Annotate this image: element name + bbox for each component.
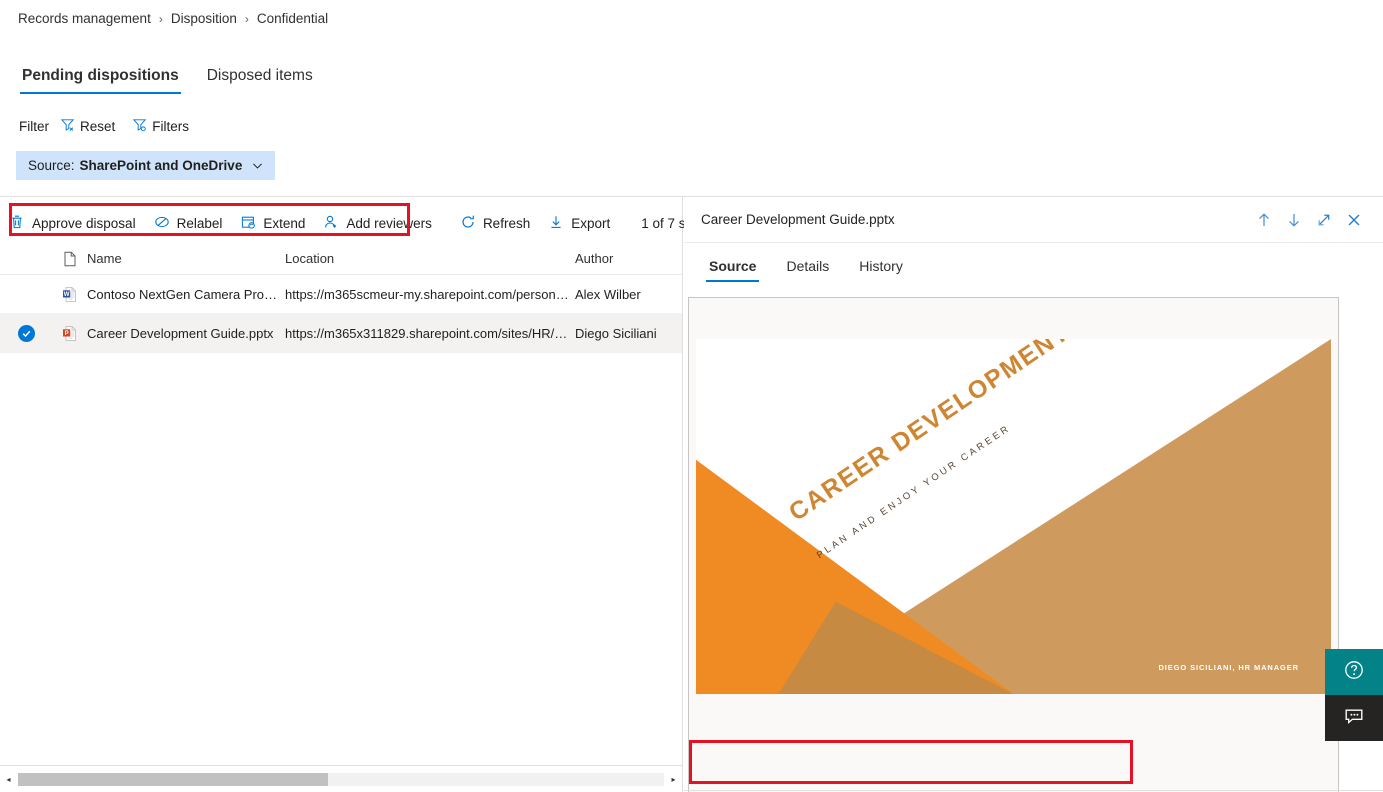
trash-icon: [9, 214, 32, 233]
chat-icon: [1343, 705, 1365, 732]
relabel-command[interactable]: Relabel: [145, 206, 232, 240]
dispositions-table: Name Location Author W Contoso NextGen C…: [0, 243, 682, 353]
breadcrumb-item-confidential[interactable]: Confidential: [257, 11, 328, 26]
file-icon: [53, 251, 87, 267]
source-filter-pill[interactable]: Source: SharePoint and OneDrive: [16, 151, 276, 180]
scroll-right-arrow-icon[interactable]: ▸: [665, 771, 682, 788]
pending-dispositions-list-pane: Approve disposal Relabel Extend Add revi…: [0, 197, 729, 792]
filters-button[interactable]: Filters: [132, 117, 189, 135]
row-author: Alex Wilber: [575, 286, 641, 302]
pivot-tabs: Pending dispositions Disposed items: [20, 60, 339, 94]
help-button[interactable]: [1325, 649, 1383, 695]
disposition-review-page: Records management › Disposition › Confi…: [0, 0, 1383, 792]
refresh-command[interactable]: Refresh: [451, 206, 539, 240]
detail-pane-actions: [1249, 205, 1383, 235]
svg-text:W: W: [63, 292, 69, 298]
approve-disposal-command[interactable]: Approve disposal: [0, 206, 145, 240]
row-location: https://m365scmeur-my.sharepoint.com/per…: [285, 286, 575, 302]
add-reviewers-command[interactable]: Add reviewers: [314, 206, 441, 240]
relabel-label: Relabel: [176, 215, 223, 231]
refresh-icon: [460, 214, 483, 233]
filter-bar: Filter Reset Filters: [19, 117, 206, 135]
breadcrumb-item-records-management[interactable]: Records management: [18, 11, 151, 26]
row-name: Career Development Guide.pptx: [87, 325, 274, 341]
word-file-icon: W: [53, 286, 87, 303]
file-detail-pane: Career Development Guide.pptx Source Det…: [684, 197, 1383, 792]
scrollbar-thumb[interactable]: [18, 772, 329, 786]
approve-disposal-label: Approve disposal: [32, 215, 136, 231]
next-item-icon[interactable]: [1279, 205, 1309, 235]
svg-text:P: P: [64, 331, 68, 337]
calendar-refresh-icon: [240, 214, 263, 233]
detail-pane-tabs: Source Details History: [684, 244, 1383, 282]
row-name: Contoso NextGen Camera Product Pla…: [87, 286, 285, 302]
table-row[interactable]: W Contoso NextGen Camera Product Pla… ht…: [0, 275, 682, 314]
command-bar: Approve disposal Relabel Extend Add revi…: [0, 205, 729, 241]
feedback-button[interactable]: [1325, 695, 1383, 741]
export-label: Export: [571, 215, 611, 231]
detail-pane-header: Career Development Guide.pptx: [684, 197, 1383, 243]
detail-pane-title: Career Development Guide.pptx: [701, 212, 895, 227]
refresh-label: Refresh: [482, 215, 531, 231]
chevron-down-icon: [251, 159, 264, 172]
breadcrumb-separator-icon: ›: [244, 11, 249, 26]
reset-filter-button[interactable]: Reset: [60, 117, 115, 135]
document-preview-frame[interactable]: CAREER DEVELOPMENT GUIDE PLAN AND ENJOY …: [688, 297, 1339, 792]
reset-label: Reset: [80, 118, 116, 134]
help-widget-stack: [1325, 649, 1383, 741]
column-header-location[interactable]: Location: [285, 251, 575, 266]
column-header-author[interactable]: Author: [575, 251, 680, 266]
extend-command[interactable]: Extend: [231, 206, 314, 240]
breadcrumb: Records management › Disposition › Confi…: [18, 11, 328, 26]
breadcrumb-separator-icon: ›: [158, 11, 163, 26]
column-header-name[interactable]: Name: [87, 251, 285, 266]
footer-divider: [684, 790, 1383, 791]
checkmark-icon: [18, 324, 35, 342]
breadcrumb-item-disposition[interactable]: Disposition: [171, 11, 237, 26]
tab-pending-dispositions[interactable]: Pending dispositions: [20, 67, 181, 94]
source-pill-key: Source:: [28, 158, 75, 173]
horizontal-scrollbar[interactable]: ◂ ▸: [0, 765, 682, 792]
scrollbar-track[interactable]: [18, 772, 664, 786]
tag-slash-icon: [154, 214, 177, 233]
row-checkbox[interactable]: [0, 324, 53, 342]
filter-label: Filter: [19, 118, 49, 134]
tab-history[interactable]: History: [856, 258, 906, 282]
close-icon[interactable]: [1339, 205, 1369, 235]
filter-settings-icon: [132, 117, 152, 135]
table-header-row: Name Location Author: [0, 243, 682, 275]
powerpoint-file-icon: P: [53, 325, 87, 342]
tab-source[interactable]: Source: [706, 258, 760, 282]
person-add-icon: [323, 214, 346, 233]
filters-label: Filters: [152, 118, 190, 134]
row-location: https://m365x311829.sharepoint.com/sites…: [285, 325, 575, 341]
table-row[interactable]: P Career Development Guide.pptx https://…: [0, 314, 682, 353]
expand-icon[interactable]: [1309, 205, 1339, 235]
export-command[interactable]: Export: [539, 206, 619, 240]
scroll-left-arrow-icon[interactable]: ◂: [0, 771, 17, 788]
tab-disposed-items[interactable]: Disposed items: [205, 67, 315, 94]
row-author: Diego Siciliani: [575, 325, 657, 341]
question-circle-icon: [1343, 659, 1365, 686]
add-reviewers-label: Add reviewers: [346, 215, 432, 231]
slide-footer: DIEGO SICILIANI, HR MANAGER: [1158, 663, 1299, 672]
previous-item-icon[interactable]: [1249, 205, 1279, 235]
extend-label: Extend: [263, 215, 306, 231]
slide-preview: CAREER DEVELOPMENT GUIDE PLAN AND ENJOY …: [696, 339, 1331, 694]
filter-reset-icon: [60, 117, 80, 135]
source-pill-value: SharePoint and OneDrive: [79, 158, 243, 173]
tab-details[interactable]: Details: [783, 258, 832, 282]
download-icon: [548, 214, 571, 233]
